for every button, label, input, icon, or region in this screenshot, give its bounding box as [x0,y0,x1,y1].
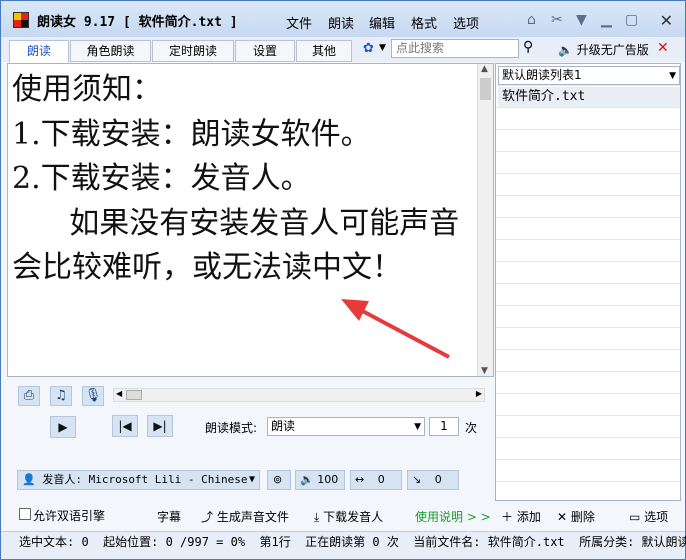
close-icon[interactable]: ✕ [660,11,673,30]
audio-file-icon: ⤴ [201,510,214,524]
add-label: 添加 [516,510,541,524]
tab-other[interactable]: 其他 [296,40,352,62]
tab-timed-read[interactable]: 定时朗读 [152,40,234,62]
scroll-left-icon[interactable]: ◀ [116,389,122,398]
chevron-down-icon: ▼ [414,422,421,432]
voice-select[interactable]: 👤 发音人: Microsoft Lili - Chinese ▼ [17,470,260,490]
document-text: 使用须知： 1.下载安装：朗读女软件。 2.下载安装：发音人。 如果没有安装发音… [12,72,460,285]
pitch-value: 0 [434,473,442,486]
close-ad-icon[interactable]: ✕ [657,40,669,56]
document-icon[interactable]: ⎙ [18,386,40,406]
title-bar: 朗读女 9.17 [ 软件简介.txt ] 文件 朗读 编辑 格式 选项 ⌂ ✂… [1,1,685,37]
tab-read[interactable]: 朗读 [9,40,69,63]
paw-icon[interactable]: ✿ [363,41,374,56]
shirt-icon[interactable]: ▼ [576,12,587,28]
chevron-down-icon: ▼ [248,474,255,485]
scroll-down-icon[interactable]: ▼ [481,366,488,376]
mode-select[interactable]: 朗读 ▼ [267,417,425,436]
volume-control[interactable]: 🔉 100 [295,470,345,490]
playlist-panel: 默认朗读列表1 ▼ 软件简介.txt [495,63,681,501]
speed-icon: ↔ [355,473,365,486]
progress-thumb[interactable] [126,390,142,400]
maximize-icon[interactable]: ▢ [625,12,638,28]
add-button[interactable]: ＋ 添加 [501,508,541,525]
tools-icon[interactable]: ✂ [551,12,563,28]
status-bar: 选中文本: 0 起始位置: 0 /997 = 0% 第1行 正在朗读第 0 次 … [1,531,686,559]
tab-settings[interactable]: 设置 [235,40,295,62]
progress-scrollbar[interactable]: ◀ ▶ [113,388,485,402]
voice-label: 发音人: [42,473,82,486]
microphone-icon[interactable]: 🎙 [82,386,104,406]
app-title: 朗读女 9.17 [ 软件简介.txt ] [37,15,238,30]
next-button[interactable]: ▶| [147,415,173,437]
search-input[interactable]: 点此搜索 [391,39,519,58]
broadcast-icon[interactable]: ⊚ [267,470,291,490]
speed-value: 0 [377,473,385,486]
repeat-count-input[interactable]: 1 [429,417,459,436]
download-icon: ⤓ [314,510,320,524]
tab-role-read[interactable]: 角色朗读 [70,40,151,62]
search-icon[interactable]: ⚲ [523,39,533,55]
volume-icon: 🔉 [300,473,314,486]
chevron-down-icon[interactable]: ▼ [379,43,386,53]
menu-edit[interactable]: 编辑 [369,13,395,32]
menu-read[interactable]: 朗读 [328,13,354,32]
voice-value: Microsoft Lili - Chinese [88,473,248,486]
bilingual-checkbox[interactable] [19,508,31,520]
generate-audio-button[interactable]: ⤴ 生成声音文件 [201,508,289,525]
upgrade-label: 升级无广告版 [576,43,649,57]
home-icon[interactable]: ⌂ [527,12,536,28]
scroll-thumb[interactable] [480,78,491,100]
menu-file[interactable]: 文件 [286,13,312,32]
scroll-right-icon[interactable]: ▶ [476,389,482,398]
options-label: 选项 [644,510,669,524]
pitch-control[interactable]: ↘ 0 [407,470,459,490]
pitch-icon: ↘ [412,473,422,486]
options-button[interactable]: ▭ 选项 [629,508,668,525]
menu-options[interactable]: 选项 [453,13,479,32]
subtitle-button[interactable]: 字幕 [157,508,181,525]
list-item[interactable]: 软件简介.txt [498,87,680,107]
delete-button[interactable]: ✕ 删除 [557,508,595,525]
mode-value: 朗读 [271,419,296,433]
download-voice-button[interactable]: ⤓ 下载发音人 [314,508,383,525]
generate-audio-label: 生成声音文件 [216,510,289,524]
mode-label: 朗读模式: [205,421,258,435]
volume-value: 100 [317,473,339,486]
bilingual-label: 允许双语引擎 [33,509,106,523]
playlist-select[interactable]: 默认朗读列表1 ▼ [498,66,680,85]
playlist-selected: 默认朗读列表1 [502,68,582,82]
user-icon: 👤 [22,473,36,486]
chevron-down-icon: ▼ [669,71,676,81]
upgrade-button[interactable]: 🔈 升级无广告版 [558,41,649,58]
minimize-icon[interactable]: ▁ [601,12,612,28]
download-voice-label: 下载发音人 [323,510,384,524]
repeat-unit: 次 [465,421,478,435]
speed-control[interactable]: ↔ 0 [350,470,402,490]
previous-button[interactable]: |◀ [112,415,138,437]
play-button[interactable]: ▶ [50,416,76,438]
help-link[interactable]: 使用说明 > > [415,508,491,525]
app-logo-icon [13,12,29,28]
playlist-actions: ＋ 添加 ✕ 删除 ▭ 选项 [495,503,681,527]
app-window: 朗读女 9.17 [ 软件简介.txt ] 文件 朗读 编辑 格式 选项 ⌂ ✂… [0,0,686,560]
annotation-arrow-icon [341,299,450,359]
menu-format[interactable]: 格式 [411,13,437,32]
scroll-up-icon[interactable]: ▲ [481,64,488,74]
vertical-scrollbar[interactable]: ▲ ▼ [477,64,493,376]
speaker-icon: 🔈 [558,43,573,57]
music-icon[interactable]: ♫ [50,386,72,406]
delete-label: 删除 [570,510,595,524]
